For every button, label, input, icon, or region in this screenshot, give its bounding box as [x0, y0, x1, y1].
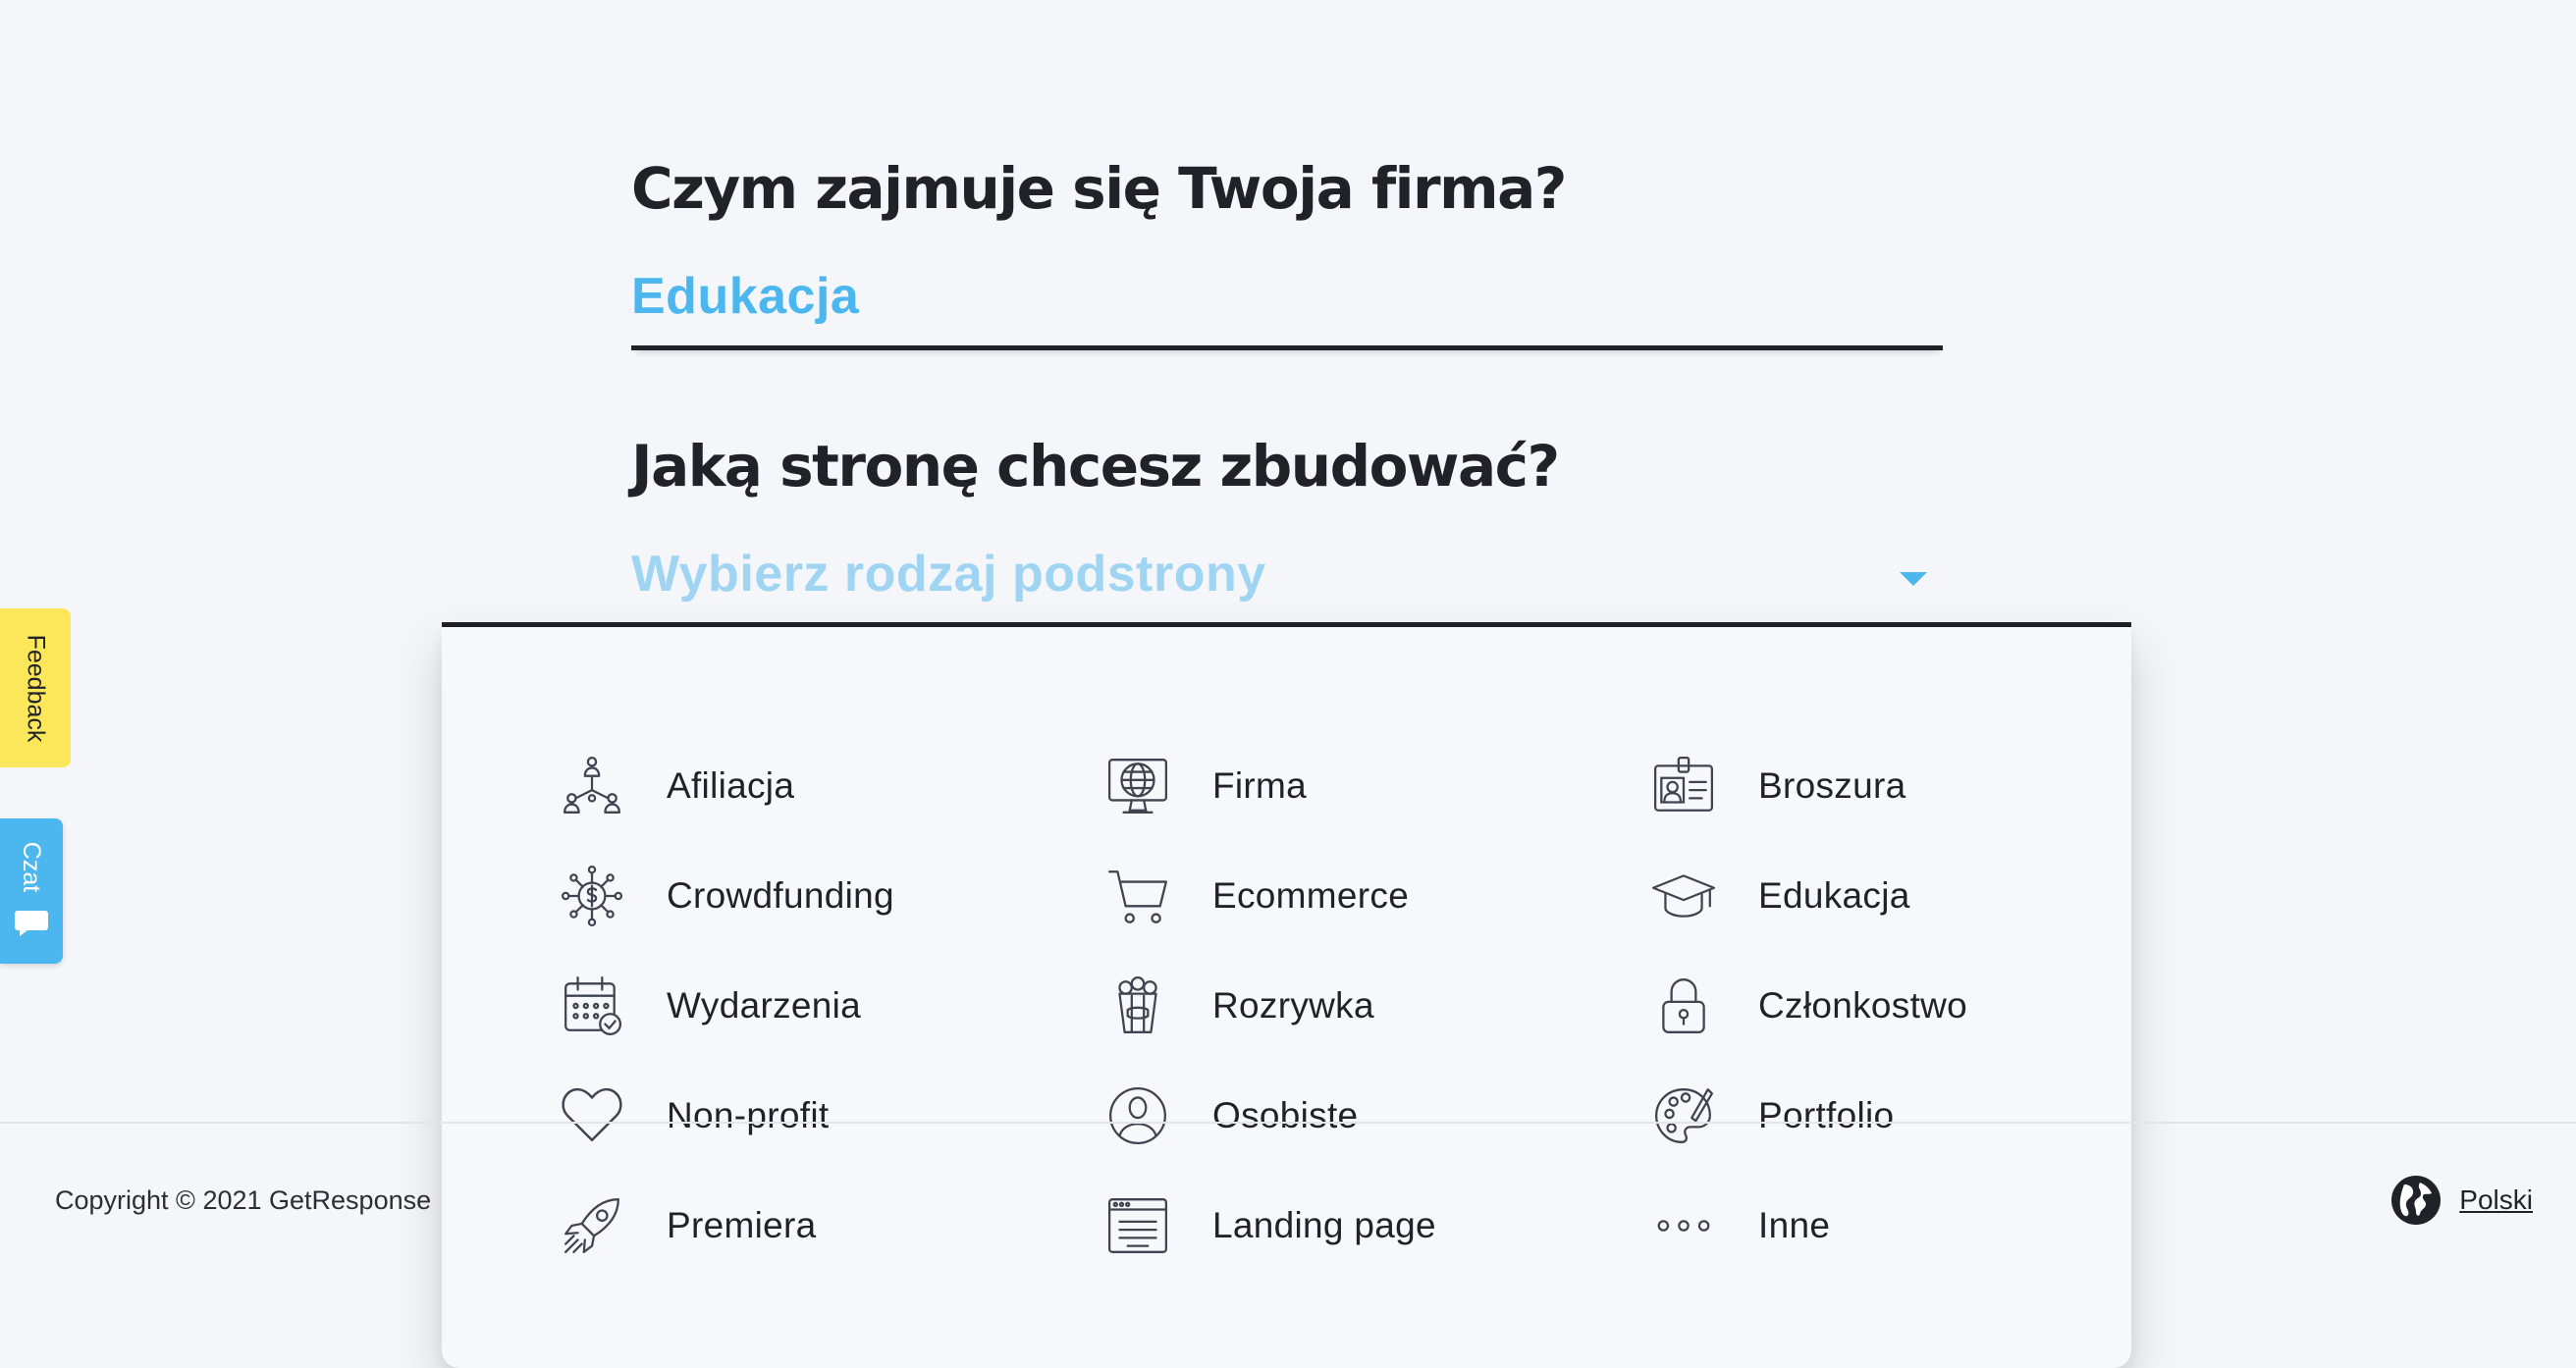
padlock-icon [1648, 971, 1719, 1041]
chat-bubble-icon [14, 909, 49, 938]
feedback-tab[interactable]: Feedback [0, 608, 71, 767]
option-wydarzenia[interactable]: Wydarzenia [557, 967, 1067, 1045]
user-circle-icon [1102, 1080, 1173, 1151]
option-label: Edukacja [1758, 875, 1910, 916]
page-type-dropdown: Afiliacja Firma Broszura Crowdfunding Ec… [442, 627, 2131, 1368]
graduation-cap-icon [1648, 861, 1719, 931]
option-label: Broszura [1758, 765, 1906, 806]
option-label: Premiera [667, 1205, 817, 1245]
heart-icon [557, 1080, 627, 1151]
option-portfolio[interactable]: Portfolio [1648, 1077, 2159, 1155]
rocket-icon [557, 1190, 627, 1261]
company-type-field[interactable]: Edukacja [631, 267, 1943, 350]
option-label: Landing page [1212, 1205, 1436, 1245]
shopping-cart-icon [1102, 861, 1173, 931]
caret-down-icon[interactable] [1900, 572, 1927, 586]
option-label: Członkostwo [1758, 985, 1968, 1026]
option-label: Portfolio [1758, 1095, 1895, 1135]
chat-tab[interactable]: Czat [0, 818, 63, 964]
company-type-value: Edukacja [631, 268, 860, 325]
option-ecommerce[interactable]: Ecommerce [1102, 857, 1613, 935]
page-type-placeholder: Wybierz rodzaj podstrony [631, 546, 1266, 603]
feedback-label: Feedback [22, 634, 50, 742]
option-edukacja[interactable]: Edukacja [1648, 857, 2159, 935]
option-label: Inne [1758, 1205, 1831, 1245]
option-non-profit[interactable]: Non-profit [557, 1077, 1067, 1155]
option-label: Firma [1212, 765, 1308, 806]
option-afiliacja[interactable]: Afiliacja [557, 747, 1067, 825]
option-premiera[interactable]: Premiera [557, 1186, 1067, 1265]
id-card-icon [1648, 751, 1719, 821]
palette-icon [1648, 1080, 1719, 1151]
dollar-network-icon [557, 861, 627, 931]
language-switcher[interactable]: Polski [2390, 1175, 2533, 1226]
option-firma[interactable]: Firma [1102, 747, 1613, 825]
option-label: Osobiste [1212, 1095, 1359, 1135]
option-osobiste[interactable]: Osobiste [1102, 1077, 1613, 1155]
page-type-select[interactable]: Wybierz rodzaj podstrony [631, 545, 1943, 623]
option-inne[interactable]: Inne [1648, 1186, 2159, 1265]
option-label: Wydarzenia [667, 985, 862, 1026]
option-label: Afiliacja [667, 765, 795, 806]
globe-monitor-icon [1102, 751, 1173, 821]
globe-icon [2390, 1175, 2442, 1226]
chat-label: Czat [18, 841, 46, 892]
copyright-text: Copyright © 2021 GetResponse [55, 1185, 432, 1215]
language-label: Polski [2459, 1184, 2533, 1215]
option-label: Rozrywka [1212, 985, 1374, 1026]
option-crowdfunding[interactable]: Crowdfunding [557, 857, 1067, 935]
question-page-type: Jaką stronę chcesz zbudować? [631, 433, 1560, 500]
more-dots-icon [1648, 1190, 1719, 1261]
browser-page-icon [1102, 1190, 1173, 1261]
option-label: Non-profit [667, 1095, 830, 1135]
option-czlonkostwo[interactable]: Członkostwo [1648, 967, 2159, 1045]
option-label: Crowdfunding [667, 875, 894, 916]
calendar-icon [557, 971, 627, 1041]
affiliate-network-icon [557, 751, 627, 821]
option-label: Ecommerce [1212, 875, 1410, 916]
question-company-type: Czym zajmuje się Twoja firma? [631, 155, 1567, 222]
option-rozrywka[interactable]: Rozrywka [1102, 967, 1613, 1045]
page: Czym zajmuje się Twoja firma? Edukacja J… [0, 0, 2576, 1368]
popcorn-icon [1102, 971, 1173, 1041]
footer-divider [0, 1122, 2576, 1124]
option-broszura[interactable]: Broszura [1648, 747, 2159, 825]
option-landing-page[interactable]: Landing page [1102, 1186, 1613, 1265]
